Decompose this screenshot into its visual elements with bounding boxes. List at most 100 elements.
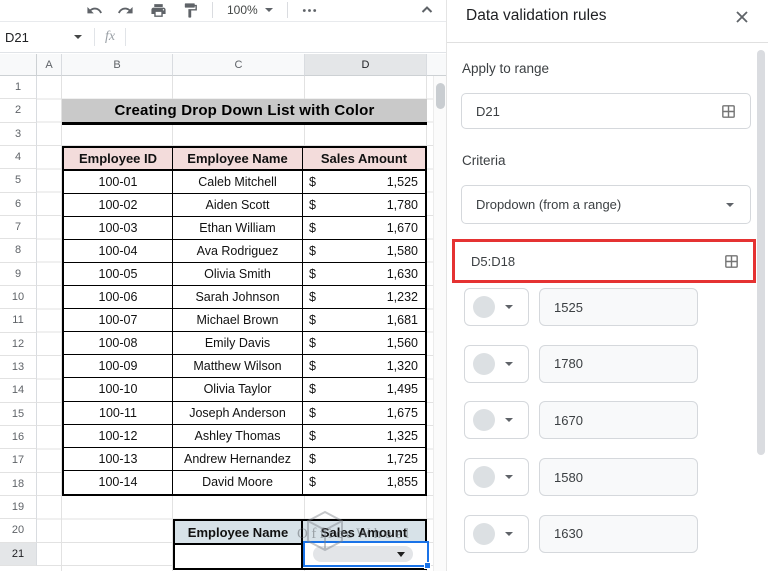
row-header-8[interactable]: 8 [0, 239, 37, 263]
lookup-name-cell[interactable] [175, 544, 303, 568]
cell-employee-id[interactable]: 100-06 [64, 286, 173, 309]
row-header-6[interactable]: 6 [0, 192, 37, 216]
cell-employee-name[interactable]: Ava Rodriguez [173, 240, 303, 263]
sheet-title-cell[interactable]: Creating Drop Down List with Color [62, 99, 427, 126]
column-header-D[interactable]: D [305, 54, 427, 76]
row-header-13[interactable]: 13 [0, 355, 37, 380]
row-header-14[interactable]: 14 [0, 379, 37, 403]
column-header-B[interactable]: B [62, 54, 173, 76]
item-color-button[interactable] [464, 458, 529, 497]
criteria-select[interactable]: Dropdown (from a range) [461, 185, 751, 224]
item-color-button[interactable] [464, 514, 529, 553]
cell-employee-id[interactable]: 100-08 [64, 332, 173, 355]
row-header-9[interactable]: 9 [0, 262, 37, 286]
item-value-field[interactable]: 1670 [539, 401, 698, 440]
cell-employee-id[interactable]: 100-13 [64, 447, 173, 470]
row-header-5[interactable]: 5 [0, 169, 37, 193]
close-icon[interactable] [733, 8, 751, 26]
cell-sales-amount[interactable]: $1,495 [303, 378, 425, 400]
row-header-17[interactable]: 17 [0, 449, 37, 473]
row-header-16[interactable]: 16 [0, 425, 37, 450]
cell-sales-amount[interactable]: $1,630 [303, 263, 425, 285]
cell-sales-amount[interactable]: $1,325 [303, 425, 425, 447]
cell-employee-name[interactable]: Michael Brown [173, 309, 303, 332]
select-all-corner[interactable] [0, 54, 37, 76]
paint-format-icon[interactable] [180, 0, 200, 20]
cell-employee-id[interactable]: 100-02 [64, 194, 173, 217]
column-header-C[interactable]: C [173, 54, 305, 76]
cell-sales-amount[interactable]: $1,560 [303, 332, 425, 354]
panel-scrollbar[interactable] [757, 50, 765, 455]
row-header-7[interactable]: 7 [0, 215, 37, 240]
lookup-header-employee-name[interactable]: Employee Name [175, 521, 303, 543]
cell-employee-id[interactable]: 100-01 [64, 171, 173, 194]
in-cell-dropdown[interactable] [313, 546, 413, 562]
cell-employee-name[interactable]: Caleb Mitchell [173, 171, 303, 194]
sheet-vertical-scrollbar[interactable] [433, 76, 446, 571]
lookup-header-sales-amount[interactable]: Sales Amount [303, 521, 425, 542]
header-employee-name[interactable]: Employee Name [173, 148, 303, 170]
zoom-control[interactable]: 100% [225, 3, 275, 17]
cell-employee-name[interactable]: Aiden Scott [173, 194, 303, 217]
cell-sales-amount[interactable]: $1,232 [303, 286, 425, 308]
item-value-field[interactable]: 1580 [539, 458, 698, 497]
source-range-field-highlighted[interactable]: D5:D18 [452, 239, 756, 283]
cell-employee-name[interactable]: Andrew Hernandez [173, 447, 303, 470]
cell-employee-id[interactable]: 100-05 [64, 263, 173, 286]
row-header-3[interactable]: 3 [0, 122, 37, 146]
item-value-field[interactable]: 1630 [539, 514, 698, 553]
row-header-21[interactable]: 21 [0, 542, 37, 566]
item-color-button[interactable] [464, 401, 529, 440]
item-color-button[interactable] [464, 344, 529, 383]
item-color-button[interactable] [464, 288, 529, 326]
cell-employee-name[interactable]: Ethan William [173, 217, 303, 240]
cell-employee-id[interactable]: 100-07 [64, 309, 173, 332]
formula-input[interactable] [132, 22, 446, 52]
item-value-field[interactable]: 1525 [539, 288, 698, 326]
row-header-4[interactable]: 4 [0, 145, 37, 170]
selected-cell-d21[interactable] [303, 541, 431, 569]
cell-sales-amount[interactable]: $1,675 [303, 402, 425, 424]
cells-region[interactable]: Creating Drop Down List with Color Emplo… [37, 76, 433, 571]
name-box[interactable]: D21 [0, 30, 88, 45]
cell-employee-name[interactable]: Matthew Wilson [173, 355, 303, 378]
item-value-field[interactable]: 1780 [539, 344, 698, 383]
fill-handle[interactable] [424, 562, 431, 569]
cell-sales-amount[interactable]: $1,670 [303, 217, 425, 239]
cell-employee-name[interactable]: Olivia Smith [173, 263, 303, 286]
cell-employee-id[interactable]: 100-10 [64, 378, 173, 401]
cell-employee-id[interactable]: 100-03 [64, 217, 173, 240]
apply-to-range-field[interactable]: D21 [461, 93, 751, 129]
row-header-20[interactable]: 20 [0, 519, 37, 543]
select-data-range-icon[interactable] [720, 103, 737, 120]
column-header-A[interactable]: A [37, 54, 62, 76]
row-header-10[interactable]: 10 [0, 285, 37, 310]
select-data-range-icon[interactable] [723, 253, 740, 270]
cell-employee-name[interactable]: Ashley Thomas [173, 424, 303, 447]
cell-sales-amount[interactable]: $1,855 [303, 471, 425, 494]
header-employee-id[interactable]: Employee ID [64, 148, 173, 170]
cell-employee-name[interactable]: David Moore [173, 470, 303, 494]
cell-employee-id[interactable]: 100-12 [64, 424, 173, 447]
cell-sales-amount[interactable]: $1,580 [303, 240, 425, 262]
collapse-toolbar-icon[interactable] [418, 0, 436, 18]
cell-employee-id[interactable]: 100-04 [64, 240, 173, 263]
cell-employee-id[interactable]: 100-11 [64, 401, 173, 424]
row-header-15[interactable]: 15 [0, 402, 37, 426]
cell-sales-amount[interactable]: $1,320 [303, 355, 425, 377]
row-header-18[interactable]: 18 [0, 472, 37, 496]
row-header-1[interactable]: 1 [0, 76, 37, 100]
row-header-2[interactable]: 2 [0, 99, 37, 123]
row-header-19[interactable]: 19 [0, 495, 37, 520]
row-header-11[interactable]: 11 [0, 309, 37, 333]
print-icon[interactable] [148, 0, 168, 20]
cell-sales-amount[interactable]: $1,725 [303, 448, 425, 470]
cell-employee-name[interactable]: Emily Davis [173, 332, 303, 355]
cell-sales-amount[interactable]: $1,681 [303, 309, 425, 331]
undo-icon[interactable] [84, 0, 104, 20]
cell-sales-amount[interactable]: $1,780 [303, 194, 425, 216]
cell-employee-id[interactable]: 100-09 [64, 355, 173, 378]
scrollbar-thumb[interactable] [436, 83, 445, 109]
header-sales-amount[interactable]: Sales Amount [303, 148, 425, 169]
row-header-12[interactable]: 12 [0, 332, 37, 356]
